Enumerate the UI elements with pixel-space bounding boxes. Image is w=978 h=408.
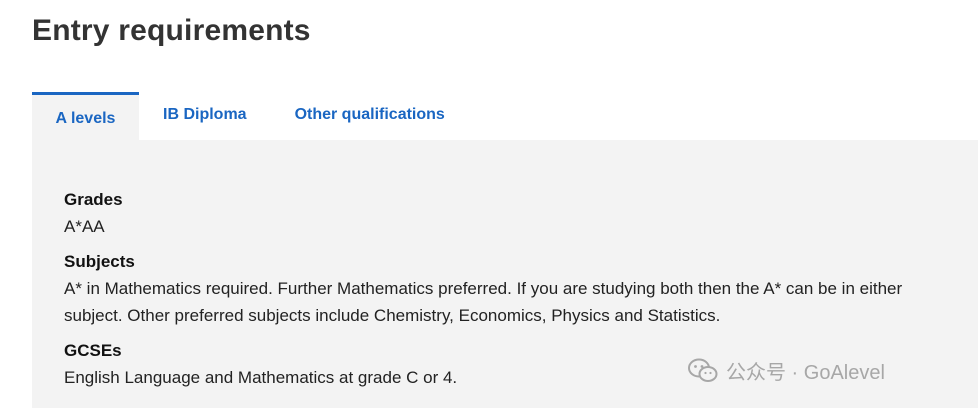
subjects-text: A* in Mathematics required. Further Math… [64,279,903,325]
page-title: Entry requirements [32,14,311,47]
qualification-tabs: A levels IB Diploma Other qualifications [32,92,445,140]
wechat-icon [688,358,718,382]
grades-value: A*AA [64,217,105,236]
tab-ib-diploma[interactable]: IB Diploma [163,92,247,138]
tab-other-qualifications-label: Other qualifications [294,106,445,123]
watermark: 公众号 · GoAlevel [688,356,885,385]
tab-ib-diploma-label: IB Diploma [163,106,247,123]
watermark-text: 公众号 · GoAlevel [726,362,885,384]
tab-a-levels-label: A levels [55,109,116,127]
tab-other-qualifications[interactable]: Other qualifications [295,92,445,138]
subjects-heading: Subjects [64,252,135,271]
tab-a-levels[interactable]: A levels [32,92,139,140]
grades-heading: Grades [64,190,123,209]
gcses-heading: GCSEs [64,341,122,360]
